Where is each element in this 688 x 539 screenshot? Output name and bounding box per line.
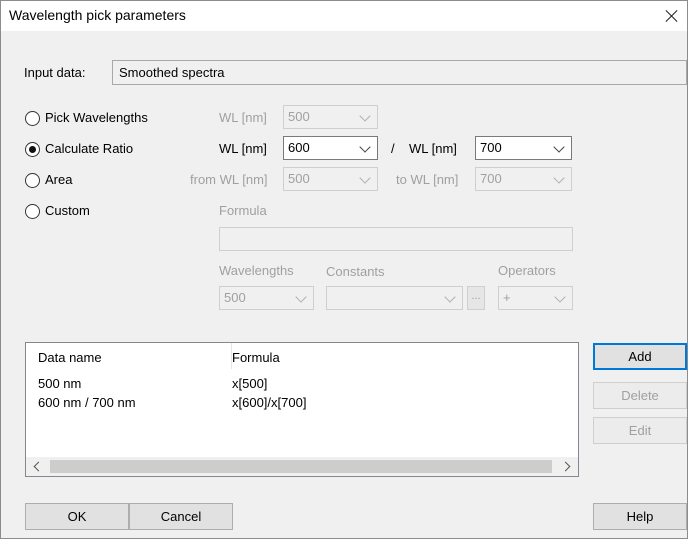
input-data-label: Input data:: [24, 65, 86, 80]
ratio-wl1-value: 600: [288, 140, 310, 155]
calculate-ratio-label[interactable]: Calculate Ratio: [45, 141, 133, 156]
table-row[interactable]: 500 nm x[500]: [26, 375, 578, 393]
scrollbar-thumb[interactable]: [50, 460, 552, 473]
column-header-data-name[interactable]: Data name: [38, 350, 102, 365]
custom-label[interactable]: Custom: [45, 203, 90, 218]
data-table[interactable]: Data name Formula 500 nm x[500] 600 nm /…: [25, 342, 579, 477]
edit-button: Edit: [593, 417, 687, 444]
delete-button: Delete: [593, 382, 687, 409]
input-data-value: Smoothed spectra: [119, 65, 225, 80]
add-button[interactable]: Add: [593, 343, 687, 370]
column-header-formula[interactable]: Formula: [232, 350, 280, 365]
chevron-down-icon: [359, 110, 371, 122]
title-bar: Wavelength pick parameters: [1, 1, 687, 31]
dialog-window: Wavelength pick parameters Input data: S…: [0, 0, 688, 539]
close-icon[interactable]: [659, 3, 685, 29]
scroll-left-icon[interactable]: [33, 461, 44, 472]
cancel-button[interactable]: Cancel: [129, 503, 233, 530]
area-from-select: 500: [283, 167, 378, 191]
pick-wl-value: 500: [288, 109, 310, 124]
help-button[interactable]: Help: [593, 503, 687, 530]
area-to-select: 700: [475, 167, 572, 191]
pick-wavelengths-radio[interactable]: [25, 111, 40, 126]
input-data-field: Smoothed spectra: [112, 60, 687, 85]
area-label[interactable]: Area: [45, 172, 72, 187]
chevron-down-icon: [359, 141, 371, 153]
calculate-ratio-radio[interactable]: [25, 142, 40, 157]
table-row[interactable]: 600 nm / 700 nm x[600]/x[700]: [26, 394, 578, 412]
formula-input: [219, 227, 573, 251]
ratio-wl1-label: WL [nm]: [219, 141, 267, 156]
wavelengths-value: 500: [224, 290, 246, 305]
formula-label: Formula: [219, 203, 267, 218]
wavelengths-label: Wavelengths: [219, 263, 294, 278]
operators-select: +: [498, 286, 573, 310]
operators-value: +: [503, 290, 511, 305]
ratio-divider: /: [391, 141, 395, 156]
wavelengths-select: 500: [219, 286, 314, 310]
pick-wavelengths-label[interactable]: Pick Wavelengths: [45, 110, 148, 125]
ratio-wl1-select[interactable]: 600: [283, 136, 378, 160]
chevron-down-icon: [554, 291, 566, 303]
window-title: Wavelength pick parameters: [9, 7, 186, 23]
row-formula: x[500]: [232, 376, 268, 391]
ratio-wl2-label: WL [nm]: [409, 141, 457, 156]
area-from-value: 500: [288, 171, 310, 186]
custom-radio[interactable]: [25, 204, 40, 219]
ratio-wl2-select[interactable]: 700: [475, 136, 572, 160]
ratio-wl2-value: 700: [480, 140, 502, 155]
row-data-name: 600 nm / 700 nm: [38, 395, 136, 410]
chevron-down-icon: [295, 291, 307, 303]
area-to-value: 700: [480, 171, 502, 186]
area-radio[interactable]: [25, 173, 40, 188]
chevron-down-icon: [359, 172, 371, 184]
pick-wl-label: WL [nm]: [219, 110, 267, 125]
chevron-down-icon: [553, 141, 565, 153]
pick-wl-select: 500: [283, 105, 378, 129]
chevron-down-icon: [553, 172, 565, 184]
operators-label: Operators: [498, 263, 556, 278]
scroll-right-icon[interactable]: [560, 461, 571, 472]
row-data-name: 500 nm: [38, 376, 82, 391]
row-formula: x[600]/x[700]: [232, 395, 307, 410]
area-to-label: to WL [nm]: [396, 172, 459, 187]
chevron-down-icon: [444, 291, 456, 303]
constants-browse-button: ...: [467, 286, 485, 310]
ok-button[interactable]: OK: [25, 503, 129, 530]
horizontal-scrollbar[interactable]: [26, 457, 578, 476]
area-from-label: from WL [nm]: [190, 172, 268, 187]
constants-label: Constants: [326, 264, 385, 279]
constants-select: [326, 286, 463, 310]
